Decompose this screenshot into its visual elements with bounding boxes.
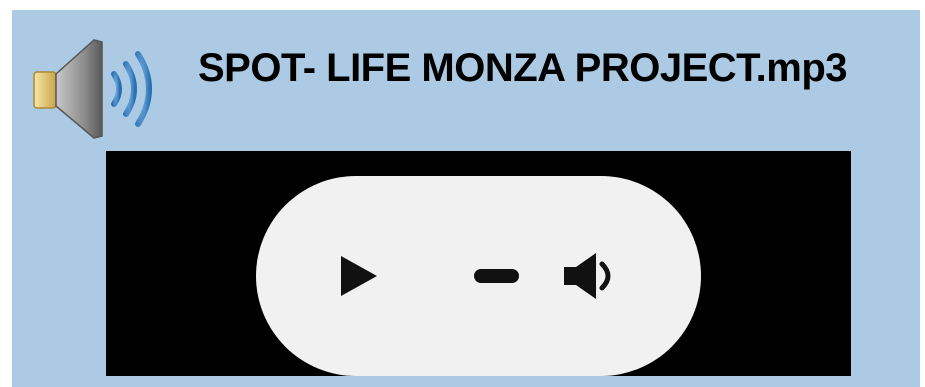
speaker-audio-icon bbox=[33, 39, 152, 139]
audio-player bbox=[106, 151, 851, 376]
progress-bar[interactable] bbox=[474, 269, 519, 283]
player-controls bbox=[256, 176, 701, 376]
file-name-title: SPOT- LIFE MONZA PROJECT.mp3 bbox=[198, 46, 848, 90]
volume-icon[interactable] bbox=[562, 250, 622, 302]
audio-attachment-panel: SPOT- LIFE MONZA PROJECT.mp3 bbox=[12, 10, 920, 387]
play-icon[interactable] bbox=[339, 254, 379, 298]
